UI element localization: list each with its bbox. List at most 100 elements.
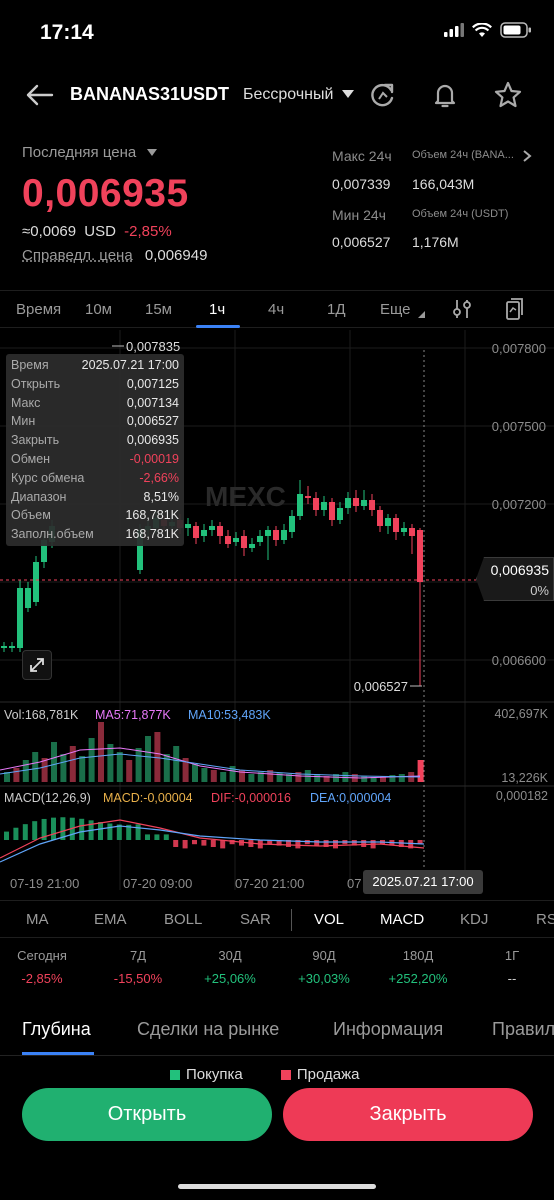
performance-value: +252,20% — [388, 971, 448, 986]
volume-bar — [32, 752, 39, 782]
volume-bar — [13, 768, 20, 782]
candle-body — [185, 524, 191, 528]
ind-kdj[interactable]: KDJ — [460, 911, 488, 928]
close-position-button[interactable]: Закрыть — [283, 1088, 533, 1141]
tab-info[interactable]: Информация — [333, 1019, 443, 1040]
tab-rules[interactable]: Правил — [492, 1019, 554, 1040]
current-price-tag: 0,006935 0% — [476, 557, 554, 601]
ind-rsi[interactable]: RSI — [536, 911, 554, 928]
tooltip-key: Курс обмена — [11, 470, 85, 485]
tf-time[interactable]: Время — [16, 301, 61, 318]
more-caret-icon — [418, 311, 425, 318]
tf-1d[interactable]: 1Д — [327, 301, 346, 318]
ind-macd[interactable]: MACD — [380, 911, 424, 928]
candle-body — [337, 508, 343, 520]
tooltip-value: -2,66% — [139, 470, 179, 485]
tooltip-value: 2025.07.21 17:00 — [81, 358, 179, 372]
volume-bar — [173, 746, 180, 782]
performance-item: 30Д +25,06% — [185, 948, 275, 986]
candle-body — [281, 530, 287, 540]
tf-more[interactable]: Еще — [380, 301, 411, 318]
approx-value-line: ≈0,0069 USD -2,85% — [22, 223, 172, 240]
ind-sar[interactable]: SAR — [240, 911, 271, 928]
chevron-right-icon[interactable] — [522, 149, 532, 163]
tooltip-value: -0,00019 — [129, 452, 179, 466]
volume-base-label[interactable]: Объем 24ч (BANA... — [412, 149, 514, 161]
volume-bar — [51, 742, 57, 782]
tf-15m[interactable]: 15м — [145, 301, 172, 318]
star-icon[interactable] — [493, 80, 523, 110]
tooltip-value: 168,781K — [125, 527, 179, 542]
candle-body — [1, 646, 7, 648]
tf-10m[interactable]: 10м — [85, 301, 112, 318]
ind-boll[interactable]: BOLL — [164, 911, 202, 928]
macd-bar — [51, 817, 56, 840]
chevron-down-icon[interactable] — [342, 90, 354, 98]
indicator-settings-icon[interactable] — [452, 298, 472, 320]
current-price-tag-pct: 0% — [530, 583, 549, 598]
performance-value: +25,06% — [204, 971, 256, 986]
symbol-title[interactable]: BANANAS31USDT — [70, 84, 229, 105]
price-axis-label: 0,007500 — [492, 419, 546, 434]
low-24h: 0,006527 — [332, 234, 391, 250]
bell-icon[interactable] — [430, 80, 460, 110]
volume-bar — [417, 760, 424, 782]
chart-layout-icon[interactable] — [505, 297, 525, 321]
tf-4h[interactable]: 4ч — [268, 301, 284, 318]
candle-body — [257, 536, 263, 542]
ind-ma[interactable]: MA — [26, 911, 49, 928]
ma10-legend: MA10:53,483K — [188, 708, 271, 722]
time-axis-label: 07-19 21:00 — [10, 876, 79, 891]
volume-bar — [107, 744, 114, 782]
home-indicator — [178, 1184, 376, 1189]
volume-bar — [201, 768, 208, 782]
volume-bar — [126, 760, 133, 782]
candle-body — [393, 518, 399, 532]
tooltip-row: Закрыть 0,006935 — [11, 433, 179, 452]
legend-sell: Продажа — [296, 1066, 360, 1083]
tooltip-row: Мин 0,006527 — [11, 414, 179, 433]
candle-body — [305, 496, 311, 498]
back-arrow-icon[interactable] — [22, 78, 56, 112]
candle-body — [273, 530, 279, 540]
tab-market-trades[interactable]: Сделки на рынке — [137, 1019, 279, 1040]
macd-name: MACD(12,26,9) — [4, 791, 91, 805]
performance-label: 180Д — [402, 948, 434, 963]
tooltip-value: 0,006527 — [126, 414, 179, 429]
volume-bar — [248, 774, 255, 782]
candle-body — [9, 646, 15, 648]
performance-label: 1Г — [504, 948, 520, 963]
watermark: MEXC — [205, 481, 286, 512]
ind-vol[interactable]: VOL — [314, 911, 344, 928]
macd-axis-label: 0,000182 — [496, 789, 548, 803]
candle-tooltip: Время 2025.07.21 17:00 Открыть 0,007125 Макс… — [6, 354, 184, 546]
status-time: 17:14 — [40, 21, 94, 44]
contract-type[interactable]: Бессрочный — [243, 86, 333, 104]
ind-ema[interactable]: EMA — [94, 911, 127, 928]
fullscreen-button[interactable] — [22, 650, 52, 680]
tooltip-key: Диапазон — [11, 489, 67, 504]
macd-value: MACD:-0,00004 — [103, 791, 193, 805]
candle-body — [385, 518, 391, 526]
price-axis-label: 0,006600 — [492, 653, 546, 668]
volume-bar — [116, 752, 123, 782]
candle-body — [33, 562, 39, 602]
tab-depth[interactable]: Глубина — [22, 1019, 91, 1040]
candle-body — [377, 510, 383, 526]
caret-down-icon[interactable] — [146, 149, 157, 157]
candle-body — [193, 526, 199, 538]
tooltip-row: Заполн.объем 168,781K — [11, 527, 179, 546]
tooltip-key: Время — [11, 358, 49, 372]
last-price-block: Последняя цена — [22, 144, 312, 162]
fair-price-label[interactable]: Справедл. цена — [22, 247, 133, 264]
macd-bar — [107, 823, 113, 840]
tooltip-key: Мин — [11, 414, 36, 429]
open-position-button[interactable]: Открыть — [22, 1088, 272, 1141]
refresh-chart-icon[interactable] — [368, 80, 398, 110]
macd-bar — [210, 840, 216, 847]
last-price-label[interactable]: Последняя цена — [22, 144, 136, 161]
vol-legend: Vol:168,781K — [4, 708, 79, 722]
macd-bar — [79, 818, 85, 840]
tf-1h[interactable]: 1ч — [209, 301, 225, 318]
wifi-icon — [472, 22, 492, 37]
